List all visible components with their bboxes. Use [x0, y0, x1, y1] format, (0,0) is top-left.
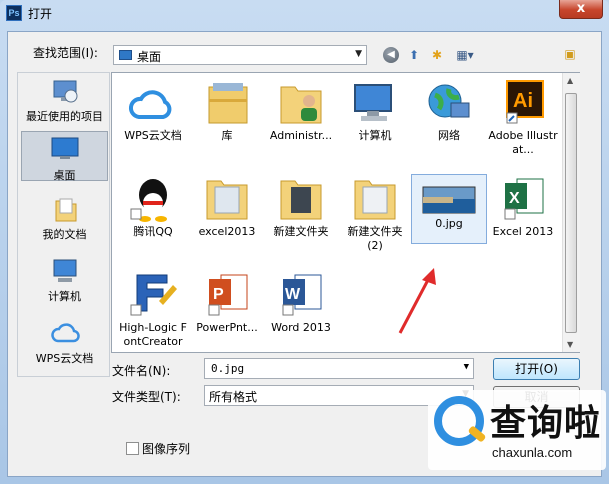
- filename-label: 文件名(N):: [112, 364, 171, 378]
- filetype-value: 所有格式: [209, 390, 258, 404]
- scrollbar-thumb[interactable]: [565, 93, 577, 333]
- look-in-value: 桌面: [137, 50, 162, 64]
- chevron-down-icon[interactable]: ▼: [355, 49, 362, 59]
- checkbox-box[interactable]: [126, 442, 139, 455]
- computer-icon: [50, 257, 80, 285]
- view-menu-icon[interactable]: ▦▾: [452, 46, 478, 64]
- place-computer[interactable]: 计算机: [21, 257, 108, 304]
- place-label: 我的文档: [42, 228, 87, 241]
- watermark: 查询啦 chaxunla.com: [428, 390, 606, 470]
- folder-icon[interactable]: ▣: [561, 45, 579, 63]
- watermark-text: 查询啦: [490, 403, 602, 444]
- place-recent[interactable]: 最近使用的项目: [21, 77, 108, 124]
- scroll-up-icon[interactable]: ▲: [567, 76, 573, 85]
- desktop-icon: [119, 50, 132, 60]
- file-list[interactable]: WPS云文档 库 Administr... 计算机 网络 Ai Adobe Il…: [111, 72, 580, 353]
- back-icon[interactable]: ◀: [383, 47, 399, 63]
- close-button[interactable]: x: [559, 0, 603, 19]
- place-label: 计算机: [48, 290, 81, 303]
- desktop-icon: [50, 136, 80, 164]
- recent-items-icon: [50, 77, 80, 105]
- up-folder-icon[interactable]: ⬆: [405, 46, 423, 64]
- photoshop-app-icon: Ps: [6, 5, 22, 21]
- chevron-down-icon[interactable]: ▼: [464, 362, 469, 372]
- scroll-down-icon[interactable]: ▼: [567, 340, 573, 349]
- watermark-url: chaxunla.com: [492, 445, 573, 460]
- annotation-arrow-icon: [398, 268, 436, 334]
- place-wps-cloud[interactable]: WPS云文档: [21, 319, 108, 366]
- magnifier-logo-icon: [434, 396, 484, 446]
- dialog-window: Ps 打开 x 查找范围(I): 桌面 ▼ ◀ ⬆ ✱ ▦▾ ▣ 最近使用的项目…: [0, 0, 609, 484]
- image-sequence-label: 图像序列: [142, 442, 191, 456]
- filetype-label: 文件类型(T):: [112, 390, 181, 404]
- image-sequence-checkbox[interactable]: 图像序列: [126, 440, 190, 457]
- look-in-label: 查找范围(I):: [33, 46, 98, 60]
- place-desktop[interactable]: 桌面: [21, 131, 108, 182]
- dialog-title: 打开: [28, 7, 53, 21]
- vertical-scrollbar[interactable]: ▲ ▼: [562, 73, 580, 352]
- places-bar: 最近使用的项目 桌面 我的文档 计算机 WPS云文档: [17, 72, 110, 377]
- filename-value: 0.jpg: [211, 362, 245, 375]
- place-label: 桌面: [53, 169, 76, 182]
- documents-icon: [50, 195, 80, 223]
- place-label: WPS云文档: [35, 352, 94, 365]
- open-button[interactable]: 打开(O): [493, 358, 580, 380]
- new-folder-icon[interactable]: ✱: [428, 46, 446, 64]
- place-label: 最近使用的项目: [26, 110, 103, 123]
- look-in-combo[interactable]: 桌面 ▼: [113, 45, 367, 65]
- place-documents[interactable]: 我的文档: [21, 195, 108, 242]
- title-bar[interactable]: Ps 打开 x: [0, 0, 609, 26]
- filename-input[interactable]: 0.jpg ▼: [204, 358, 474, 379]
- cloud-icon: [50, 319, 80, 347]
